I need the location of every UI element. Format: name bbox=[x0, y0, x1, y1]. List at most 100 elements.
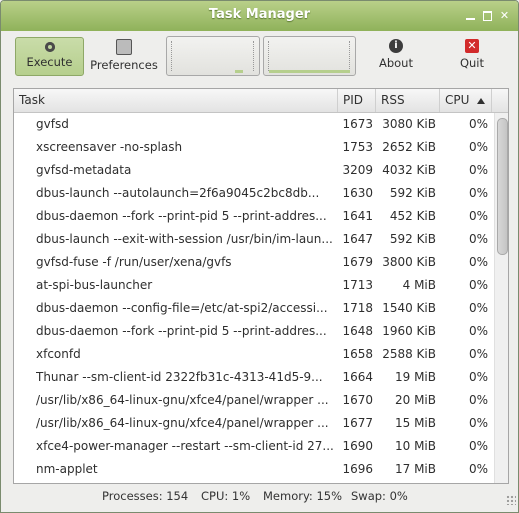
pid-cell: 1696 bbox=[342, 462, 373, 476]
cpu-graph-fill bbox=[235, 70, 243, 73]
rss-cell: 452 KiB bbox=[389, 209, 436, 223]
table-row[interactable]: gvfsd-fuse -f /run/user/xena/gvfs 1679 380… bbox=[14, 251, 494, 274]
title-bar[interactable]: Task Manager ✕ bbox=[1, 1, 518, 31]
pid-cell: 1630 bbox=[342, 186, 373, 200]
column-header-rss[interactable]: RSS bbox=[376, 89, 440, 112]
task-cell: /usr/lib/x86_64-linux-gnu/xfce4/panel/wr… bbox=[36, 416, 329, 430]
task-cell: dbus-launch --exit-with-session /usr/bin… bbox=[36, 232, 333, 246]
rss-cell: 3800 KiB bbox=[382, 255, 436, 269]
rss-cell: 4032 KiB bbox=[382, 163, 436, 177]
execute-button[interactable]: Execute bbox=[15, 37, 84, 76]
cpu-cell: 0% bbox=[468, 186, 488, 200]
preferences-label: Preferences bbox=[90, 58, 158, 72]
table-row[interactable]: xscreensaver -no-splash 1753 2652 KiB 0% bbox=[14, 136, 494, 159]
rss-cell: 2652 KiB bbox=[382, 140, 436, 154]
cpu-cell: 0% bbox=[468, 140, 488, 154]
pid-cell: 3209 bbox=[342, 163, 373, 177]
pid-cell: 1679 bbox=[342, 255, 373, 269]
table-row[interactable]: dbus-launch --exit-with-session /usr/bin… bbox=[14, 228, 494, 251]
table-row[interactable]: at-spi-bus-launcher 1713 4 MiB 0% bbox=[14, 274, 494, 297]
process-list[interactable]: Task PID RSS CPU gvfsd 1673 3080 KiB 0% xscr… bbox=[13, 88, 509, 484]
pid-cell: 1713 bbox=[342, 278, 373, 292]
task-cell: dbus-daemon --config-file=/etc/at-spi2/a… bbox=[36, 301, 328, 315]
pid-cell: 1670 bbox=[342, 393, 373, 407]
rss-cell: 1540 KiB bbox=[382, 301, 436, 315]
task-cell: xfce4-power-manager --restart --sm-clien… bbox=[36, 439, 334, 453]
about-button[interactable]: i About bbox=[369, 37, 423, 74]
gear-icon bbox=[44, 42, 55, 52]
task-cell: nm-applet bbox=[36, 462, 98, 476]
table-row[interactable]: nm-applet 1696 17 MiB 0% bbox=[14, 458, 494, 481]
table-row[interactable]: gvfsd-metadata 3209 4032 KiB 0% bbox=[14, 159, 494, 182]
table-row[interactable]: dbus-daemon --fork --print-pid 5 --print… bbox=[14, 320, 494, 343]
quit-icon: ✕ bbox=[465, 39, 479, 53]
rss-cell: 3080 KiB bbox=[382, 117, 436, 131]
status-processes: Processes: 154 bbox=[102, 489, 189, 503]
cpu-cell: 0% bbox=[468, 416, 488, 430]
pid-cell: 1690 bbox=[342, 439, 373, 453]
maximize-icon[interactable] bbox=[482, 10, 493, 21]
task-cell: gvfsd-metadata bbox=[36, 163, 132, 177]
vertical-scrollbar[interactable] bbox=[494, 113, 508, 483]
cpu-cell: 0% bbox=[468, 232, 488, 246]
pid-cell: 1664 bbox=[342, 370, 373, 384]
scrollbar-thumb[interactable] bbox=[497, 118, 508, 255]
cpu-cell: 0% bbox=[468, 393, 488, 407]
pid-cell: 1718 bbox=[342, 301, 373, 315]
rss-cell: 2588 KiB bbox=[382, 347, 436, 361]
column-header-pid[interactable]: PID bbox=[338, 89, 376, 112]
rss-cell: 10 MiB bbox=[394, 439, 436, 453]
preferences-icon bbox=[116, 39, 132, 55]
task-cell: xscreensaver -no-splash bbox=[36, 140, 183, 154]
status-bar: Processes: 154 CPU: 1% Memory: 15% Swap:… bbox=[1, 487, 518, 507]
pid-cell: 1641 bbox=[342, 209, 373, 223]
memory-graph bbox=[263, 36, 356, 76]
cpu-cell: 0% bbox=[468, 209, 488, 223]
cpu-cell: 0% bbox=[468, 278, 488, 292]
task-cell: at-spi-bus-launcher bbox=[36, 278, 153, 292]
pid-cell: 1647 bbox=[342, 232, 373, 246]
cpu-cell: 0% bbox=[468, 439, 488, 453]
cpu-cell: 0% bbox=[468, 324, 488, 338]
cpu-cell: 0% bbox=[468, 255, 488, 269]
status-swap: Swap: 0% bbox=[351, 489, 408, 503]
table-row[interactable]: xfce4-power-manager --restart --sm-clien… bbox=[14, 435, 494, 458]
table-row[interactable]: dbus-launch --autolaunch=2f6a9045c2bc8db… bbox=[14, 182, 494, 205]
table-row[interactable]: dbus-daemon --fork --print-pid 5 --print… bbox=[14, 205, 494, 228]
minimize-icon[interactable] bbox=[465, 10, 476, 21]
table-row[interactable]: xfconfd 1658 2588 KiB 0% bbox=[14, 343, 494, 366]
task-cell: dbus-daemon --fork --print-pid 5 --print… bbox=[36, 209, 327, 223]
preferences-button[interactable]: Preferences bbox=[90, 37, 158, 74]
execute-label: Execute bbox=[26, 55, 73, 69]
task-cell: gvfsd bbox=[36, 117, 69, 131]
task-manager-window: Task Manager ✕ Execute Preferences i Abo… bbox=[0, 0, 519, 513]
rss-cell: 15 MiB bbox=[394, 416, 436, 430]
cpu-cell: 0% bbox=[468, 347, 488, 361]
sort-ascending-icon bbox=[477, 98, 485, 104]
quit-button[interactable]: ✕ Quit bbox=[445, 37, 499, 74]
rss-cell: 17 MiB bbox=[394, 462, 436, 476]
column-header-cpu-label: CPU bbox=[445, 93, 470, 107]
table-row[interactable]: Thunar --sm-client-id 2322fb31c-4313-41d… bbox=[14, 366, 494, 389]
table-row[interactable]: dbus-daemon --config-file=/etc/at-spi2/a… bbox=[14, 297, 494, 320]
cpu-cell: 0% bbox=[468, 370, 488, 384]
close-icon[interactable]: ✕ bbox=[499, 10, 510, 21]
cpu-cell: 0% bbox=[468, 462, 488, 476]
cpu-cell: 0% bbox=[468, 117, 488, 131]
memory-graph-fill bbox=[269, 70, 350, 73]
cpu-graph bbox=[166, 36, 260, 76]
table-row[interactable]: /usr/lib/x86_64-linux-gnu/xfce4/panel/wr… bbox=[14, 412, 494, 435]
quit-label: Quit bbox=[459, 56, 485, 70]
table-row[interactable]: gvfsd 1673 3080 KiB 0% bbox=[14, 113, 494, 136]
task-cell: gvfsd-fuse -f /run/user/xena/gvfs bbox=[36, 255, 232, 269]
pid-cell: 1677 bbox=[342, 416, 373, 430]
task-cell: xfconfd bbox=[36, 347, 81, 361]
rss-cell: 19 MiB bbox=[394, 370, 436, 384]
column-header-cpu[interactable]: CPU bbox=[440, 89, 492, 112]
table-row[interactable]: /usr/lib/x86_64-linux-gnu/xfce4/panel/wr… bbox=[14, 389, 494, 412]
cpu-cell: 0% bbox=[468, 163, 488, 177]
task-cell: dbus-daemon --fork --print-pid 5 --print… bbox=[36, 324, 327, 338]
column-header-task[interactable]: Task bbox=[14, 89, 338, 112]
rss-cell: 20 MiB bbox=[394, 393, 436, 407]
resize-grip-icon[interactable] bbox=[506, 495, 516, 505]
